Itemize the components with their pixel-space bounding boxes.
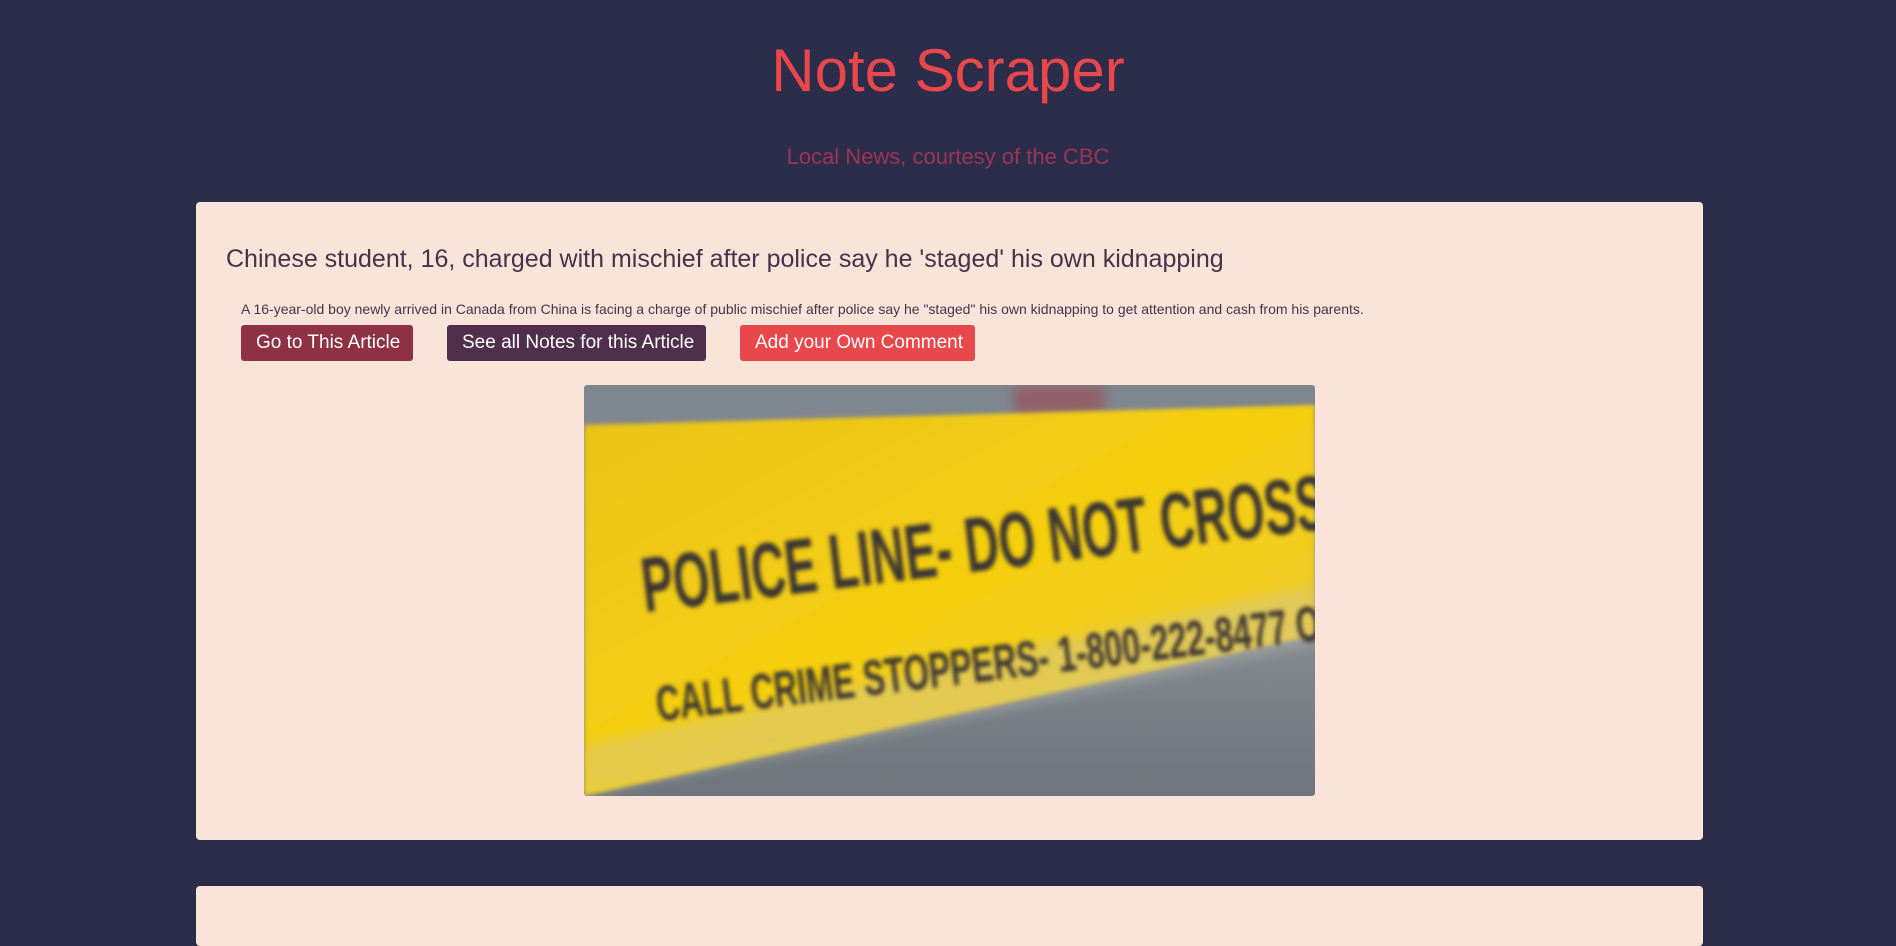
site-subtitle: Local News, courtesy of the CBC <box>786 144 1110 169</box>
article-card <box>196 886 1703 946</box>
article-card: Chinese student, 16, charged with mischi… <box>196 202 1703 840</box>
article-summary: A 16-year-old boy newly arrived in Canad… <box>241 301 1364 317</box>
article-image: POLICE LINE- DO NOT CROSS CALL CRIME STO… <box>584 385 1315 796</box>
article-title: Chinese student, 16, charged with mischi… <box>226 245 1224 273</box>
see-notes-button[interactable]: See all Notes for this Article <box>447 325 706 361</box>
go-to-article-button[interactable]: Go to This Article <box>241 325 413 361</box>
police-tape-photo: POLICE LINE- DO NOT CROSS CALL CRIME STO… <box>584 385 1315 796</box>
add-comment-button[interactable]: Add your Own Comment <box>740 325 975 361</box>
site-title: Note Scraper <box>771 37 1125 104</box>
